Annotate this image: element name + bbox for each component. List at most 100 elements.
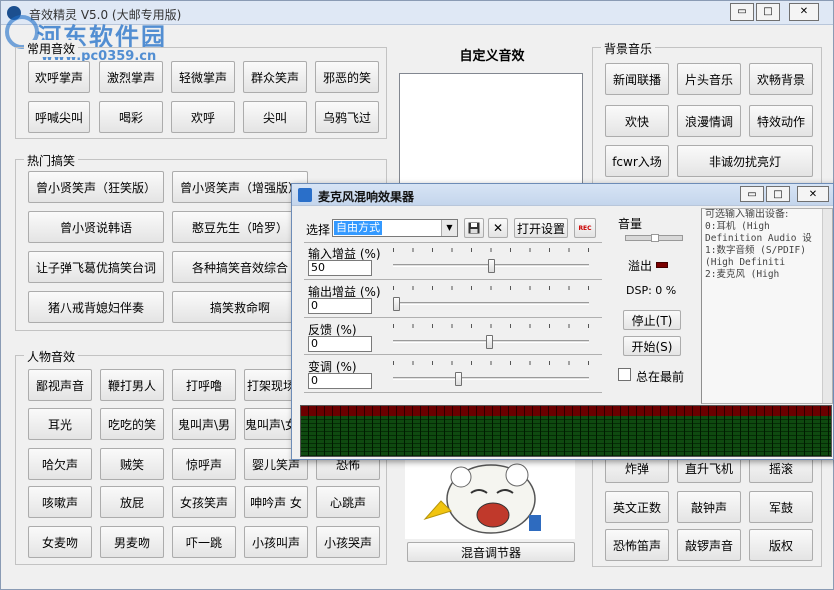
common-btn-1[interactable]: 激烈掌声 xyxy=(99,61,163,93)
people-btn-5[interactable]: 吃吃的笑 xyxy=(100,408,164,440)
people-btn-0[interactable]: 鄙视声音 xyxy=(28,369,92,401)
people-btn-4[interactable]: 耳光 xyxy=(28,408,92,440)
common-btn-4[interactable]: 邪恶的笑 xyxy=(315,61,379,93)
mixer-button[interactable]: 混音调节器 xyxy=(407,542,575,562)
feedback-ticks xyxy=(393,324,589,328)
bg-btn-6[interactable]: fcwr入场 xyxy=(605,145,669,177)
device-item[interactable]: (High Definiti xyxy=(702,257,832,269)
hot-btn-3[interactable]: 憨豆先生（哈罗） xyxy=(172,211,308,243)
people-btn-9[interactable]: 贼笑 xyxy=(100,448,164,480)
bg-btn-15[interactable]: 敲锣声音 xyxy=(677,529,741,561)
pitch-track xyxy=(393,377,589,380)
people-btn-2[interactable]: 打呼噜 xyxy=(172,369,236,401)
common-btn-6[interactable]: 喝彩 xyxy=(99,101,163,133)
mic-reverb-dialog: 麦克风混响效果器 ▭ □ ✕ 选择 自由方式 ▼ ✕ 打开设置 REC 输入增益… xyxy=(291,183,834,460)
goat-cartoon-image xyxy=(405,459,575,539)
feedback-field[interactable]: 0 xyxy=(308,336,372,352)
app-icon xyxy=(7,6,21,20)
bg-btn-13[interactable]: 军鼓 xyxy=(749,491,813,523)
minimize-button[interactable]: ▭ xyxy=(730,3,754,21)
dsp-readout: DSP: 0 % xyxy=(626,284,677,297)
volume-slider[interactable] xyxy=(651,234,659,242)
pitch-slider[interactable] xyxy=(455,372,463,386)
device-item[interactable]: Definition Audio 设 xyxy=(702,233,832,245)
bg-btn-1[interactable]: 片头音乐 xyxy=(677,63,741,95)
common-btn-5[interactable]: 呼喊尖叫 xyxy=(28,101,90,133)
device-item[interactable]: 1:数字音频 (S/PDIF) xyxy=(702,245,832,257)
bg-btn-7[interactable]: 非诚勿扰亮灯 xyxy=(677,145,813,177)
hot-btn-7[interactable]: 搞笑救命啊 xyxy=(172,291,308,323)
common-btn-0[interactable]: 欢呼掌声 xyxy=(28,61,90,93)
people-btn-6[interactable]: 鬼叫声\男 xyxy=(172,408,236,440)
start-button[interactable]: 开始(S) xyxy=(623,336,681,356)
separator xyxy=(304,392,602,393)
mic-restore-button[interactable]: □ xyxy=(766,186,790,202)
bg-btn-14[interactable]: 恐怖笛声 xyxy=(605,529,669,561)
common-btn-9[interactable]: 乌鸦飞过 xyxy=(315,101,379,133)
common-btn-7[interactable]: 欢呼 xyxy=(171,101,235,133)
always-on-top-label: 总在最前 xyxy=(636,370,685,384)
mic-minimize-button[interactable]: ▭ xyxy=(740,186,764,202)
people-btn-21[interactable]: 小孩叫声 xyxy=(244,526,308,558)
device-list[interactable]: 可选输入输出设备: 0:耳机 (High Definition Audio 设 … xyxy=(701,208,833,404)
hot-btn-5[interactable]: 各种搞笑音效综合 xyxy=(172,251,308,283)
overflow-indicator xyxy=(656,262,668,268)
bg-btn-3[interactable]: 欢快 xyxy=(605,105,669,137)
always-on-top-checkbox[interactable] xyxy=(618,368,631,381)
meter-level-grid xyxy=(301,416,831,456)
bg-btn-0[interactable]: 新闻联播 xyxy=(605,63,669,95)
people-btn-10[interactable]: 惊呼声 xyxy=(172,448,236,480)
pitch-field[interactable]: 0 xyxy=(308,373,372,389)
rec-icon[interactable]: REC xyxy=(574,218,596,238)
bg-btn-12[interactable]: 敲钟声 xyxy=(677,491,741,523)
mic-close-button[interactable]: ✕ xyxy=(797,186,829,202)
bg-btn-4[interactable]: 浪漫情调 xyxy=(677,105,741,137)
open-settings-button[interactable]: 打开设置 xyxy=(514,218,568,238)
bg-btn-16[interactable]: 版权 xyxy=(749,529,813,561)
people-btn-1[interactable]: 鞭打男人 xyxy=(100,369,164,401)
device-item[interactable]: 2:麦克风 (High xyxy=(702,269,832,281)
people-btn-20[interactable]: 吓一跳 xyxy=(172,526,236,558)
save-icon[interactable] xyxy=(464,218,484,238)
device-list-scrollbar[interactable] xyxy=(822,209,832,403)
chevron-down-icon[interactable]: ▼ xyxy=(441,220,457,236)
bg-music-title: 背景音乐 xyxy=(601,40,656,57)
stop-button[interactable]: 停止(T) xyxy=(623,310,681,330)
bg-btn-11[interactable]: 英文正数 xyxy=(605,491,669,523)
common-btn-2[interactable]: 轻微掌声 xyxy=(171,61,235,93)
input-gain-slider[interactable] xyxy=(487,259,495,273)
people-btn-8[interactable]: 哈欠声 xyxy=(28,448,92,480)
people-btn-18[interactable]: 女麦吻 xyxy=(28,526,92,558)
people-btn-13[interactable]: 咳嗽声 xyxy=(28,486,92,518)
hot-btn-4[interactable]: 让子弹飞葛优搞笑台词 xyxy=(28,251,164,283)
mode-select[interactable]: 自由方式 ▼ xyxy=(332,219,458,237)
close-button[interactable]: ✕ xyxy=(789,3,819,21)
common-sounds-title: 常用音效 xyxy=(24,40,79,57)
device-item[interactable]: 0:耳机 (High xyxy=(702,221,832,233)
restore-button[interactable]: □ xyxy=(756,3,780,21)
input-gain-field[interactable]: 50 xyxy=(308,260,372,276)
people-btn-3[interactable]: 打架现场 xyxy=(244,369,298,401)
bg-btn-2[interactable]: 欢畅背景 xyxy=(749,63,813,95)
people-btn-22[interactable]: 小孩哭声 xyxy=(316,526,380,558)
people-btn-15[interactable]: 女孩笑声 xyxy=(172,486,236,518)
app-title: 音效精灵 V5.0 (大邮专用版) xyxy=(29,8,182,22)
output-gain-field[interactable]: 0 xyxy=(308,298,372,314)
hot-btn-6[interactable]: 猪八戒背媳妇伴奏 xyxy=(28,291,164,323)
clear-icon[interactable]: ✕ xyxy=(488,218,508,238)
people-btn-17[interactable]: 心跳声 xyxy=(316,486,380,518)
mode-select-value: 自由方式 xyxy=(334,221,382,235)
common-btn-8[interactable]: 尖叫 xyxy=(243,101,307,133)
common-btn-3[interactable]: 群众笑声 xyxy=(243,61,307,93)
custom-sounds-list[interactable] xyxy=(399,73,583,185)
hot-btn-0[interactable]: 曾小贤笑声（狂笑版） xyxy=(28,171,164,203)
people-btn-7[interactable]: 鬼叫声\女 xyxy=(244,408,298,440)
output-gain-slider[interactable] xyxy=(393,297,400,311)
hot-btn-1[interactable]: 曾小贤笑声（增强版） xyxy=(172,171,308,203)
bg-btn-5[interactable]: 特效动作 xyxy=(749,105,813,137)
people-btn-16[interactable]: 呻吟声 女 xyxy=(244,486,308,518)
people-btn-14[interactable]: 放屁 xyxy=(100,486,164,518)
people-btn-19[interactable]: 男麦吻 xyxy=(100,526,164,558)
hot-btn-2[interactable]: 曾小贤说韩语 xyxy=(28,211,164,243)
feedback-slider[interactable] xyxy=(485,335,493,349)
